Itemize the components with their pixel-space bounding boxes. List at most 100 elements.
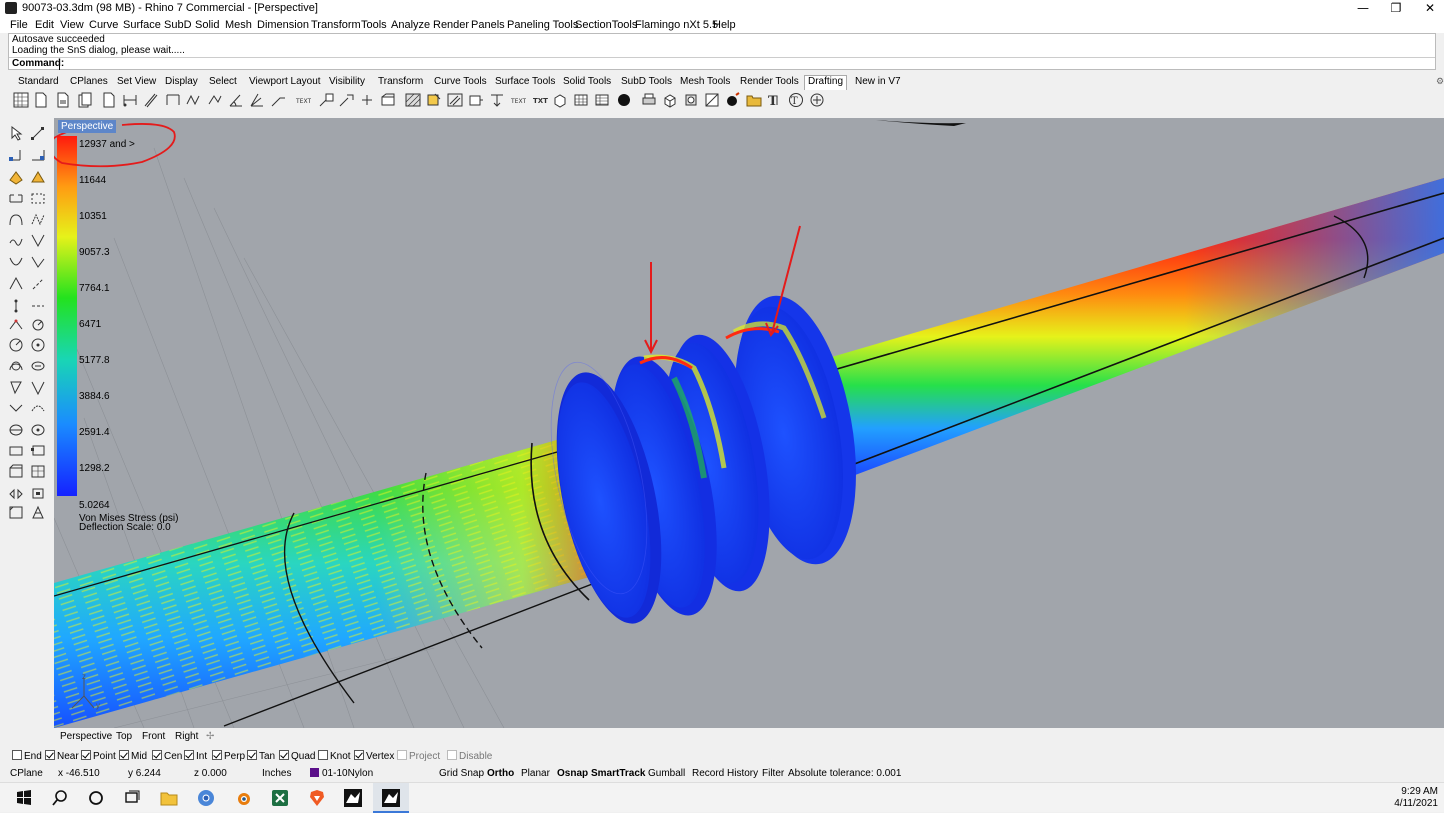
text-style-icon[interactable]: T <box>767 92 783 108</box>
interpolate-curve-icon[interactable] <box>8 212 24 227</box>
tab-select[interactable]: Select <box>209 76 237 87</box>
curve-icon[interactable] <box>30 147 46 162</box>
circle-icon[interactable] <box>8 337 24 352</box>
extend-icon[interactable] <box>8 401 24 416</box>
viewport-tab-top[interactable]: Top <box>116 731 132 742</box>
brave-icon[interactable] <box>307 788 327 808</box>
viewport-tab-right[interactable]: Right <box>175 731 198 742</box>
tab-render-tools[interactable]: Render Tools <box>740 76 799 87</box>
analyze-icon[interactable] <box>30 505 46 520</box>
menu-section-tools[interactable]: SectionTools <box>575 19 637 31</box>
cylinder-icon[interactable] <box>8 464 24 479</box>
arc-length-dimension-icon[interactable] <box>249 92 265 108</box>
angle-dimension-icon[interactable] <box>228 92 244 108</box>
menu-transform[interactable]: Transform <box>311 19 361 31</box>
mesh-icon[interactable] <box>30 464 46 479</box>
chromium-icon[interactable] <box>196 788 216 808</box>
osnap-vertex[interactable]: Vertex <box>354 750 394 762</box>
offset-icon[interactable] <box>8 317 24 332</box>
surface-icon[interactable] <box>8 170 24 185</box>
menu-render[interactable]: Render <box>433 19 469 31</box>
menu-paneling-tools[interactable]: Paneling Tools <box>507 19 578 31</box>
menu-help[interactable]: Help <box>713 19 736 31</box>
tab-viewport-layout[interactable]: Viewport Layout <box>249 76 321 87</box>
menu-solid[interactable]: Solid <box>195 19 219 31</box>
menu-tools[interactable]: Tools <box>361 19 387 31</box>
osnap-near[interactable]: Near <box>45 750 79 762</box>
line-segments-icon[interactable] <box>30 276 46 291</box>
polyline-segments-icon[interactable] <box>8 298 24 313</box>
ellipse-icon[interactable] <box>30 358 46 373</box>
add-viewport-tab-icon[interactable]: ✢ <box>206 731 214 742</box>
osnap-perp[interactable]: Perp <box>212 750 245 762</box>
units-label[interactable]: Inches <box>262 768 291 779</box>
cplane-label[interactable]: CPlane <box>10 768 43 779</box>
menu-view[interactable]: View <box>60 19 84 31</box>
grid-snap-toggle[interactable]: Grid Snap <box>439 768 484 779</box>
box-icon[interactable] <box>662 92 678 108</box>
hatch-pattern-icon[interactable] <box>447 92 463 108</box>
ortho-toggle[interactable]: Ortho <box>487 768 514 779</box>
v-curve-icon[interactable] <box>30 233 46 248</box>
tab-settings-gear-icon[interactable]: ⚙ <box>1436 76 1444 87</box>
detail-icon[interactable] <box>101 92 117 108</box>
rotate-icon[interactable] <box>30 317 46 332</box>
rectangle-icon[interactable] <box>8 191 24 206</box>
triangle-icon[interactable] <box>30 380 46 395</box>
line-icon[interactable] <box>8 276 24 291</box>
task-view-icon[interactable] <box>122 788 142 808</box>
tab-standard[interactable]: Standard <box>18 76 59 87</box>
filter-toggle[interactable]: Filter <box>762 768 784 779</box>
menu-dimension[interactable]: Dimension <box>257 19 309 31</box>
viewport-tab-perspective[interactable]: Perspective <box>60 731 112 742</box>
osnap-cen[interactable]: Cen <box>152 750 182 762</box>
windows-icon[interactable] <box>14 788 34 808</box>
curve-through-icon[interactable] <box>8 254 24 269</box>
osnap-mid[interactable]: Mid <box>119 750 147 762</box>
osnap-project[interactable]: Project <box>397 750 440 762</box>
rect-points-icon[interactable] <box>30 191 46 206</box>
restore-button[interactable]: ❐ <box>1381 0 1411 17</box>
dashed-line-icon[interactable] <box>30 298 46 313</box>
copy-layout-icon[interactable] <box>77 92 93 108</box>
print-icon[interactable] <box>641 92 657 108</box>
menu-panels[interactable]: Panels <box>471 19 505 31</box>
tab-curve-tools[interactable]: Curve Tools <box>434 76 487 87</box>
leader-icon[interactable] <box>270 92 286 108</box>
revolve-icon[interactable] <box>30 422 46 437</box>
smarttrack-toggle[interactable]: SmartTrack <box>591 768 645 779</box>
record-history-toggle[interactable]: Record History <box>692 768 758 779</box>
search-icon[interactable] <box>50 788 70 808</box>
sketch-icon[interactable] <box>8 233 24 248</box>
close-button[interactable]: ✕ <box>1415 0 1444 17</box>
page-layout-icon[interactable] <box>55 92 71 108</box>
scale-icon[interactable] <box>30 486 46 501</box>
osnap-disable[interactable]: Disable <box>447 750 492 762</box>
menu-curve[interactable]: Curve <box>89 19 118 31</box>
fill-hatch-icon[interactable] <box>426 92 442 108</box>
tab-solid-tools[interactable]: Solid Tools <box>563 76 611 87</box>
folder-icon[interactable] <box>746 92 762 108</box>
rhino-icon[interactable] <box>343 788 363 808</box>
dimension-edit-icon[interactable] <box>489 92 505 108</box>
viewport-tab-front[interactable]: Front <box>142 731 165 742</box>
osnap-end[interactable]: End <box>12 750 42 762</box>
arc-icon[interactable] <box>8 358 24 373</box>
aligned-dimension-icon[interactable] <box>143 92 159 108</box>
array-icon[interactable] <box>8 505 24 520</box>
fillet-icon[interactable] <box>30 401 46 416</box>
viewport-title[interactable]: Perspective <box>58 120 117 133</box>
blend-curve-icon[interactable] <box>30 254 46 269</box>
radial-dimension-icon[interactable] <box>207 92 223 108</box>
excel-icon[interactable] <box>270 788 290 808</box>
hatch-leader-icon[interactable] <box>338 92 354 108</box>
tab-subd-tools[interactable]: SubD Tools <box>621 76 672 87</box>
rotated-dimension-icon[interactable] <box>165 92 181 108</box>
current-layer[interactable]: 01-10Nylon <box>310 768 373 779</box>
add-point-icon[interactable] <box>359 92 375 108</box>
solid-icon[interactable] <box>30 170 46 185</box>
table-icon[interactable] <box>594 92 610 108</box>
control-point-curve-icon[interactable] <box>30 212 46 227</box>
osnap-point[interactable]: Point <box>81 750 116 762</box>
dot-icon[interactable] <box>318 92 334 108</box>
